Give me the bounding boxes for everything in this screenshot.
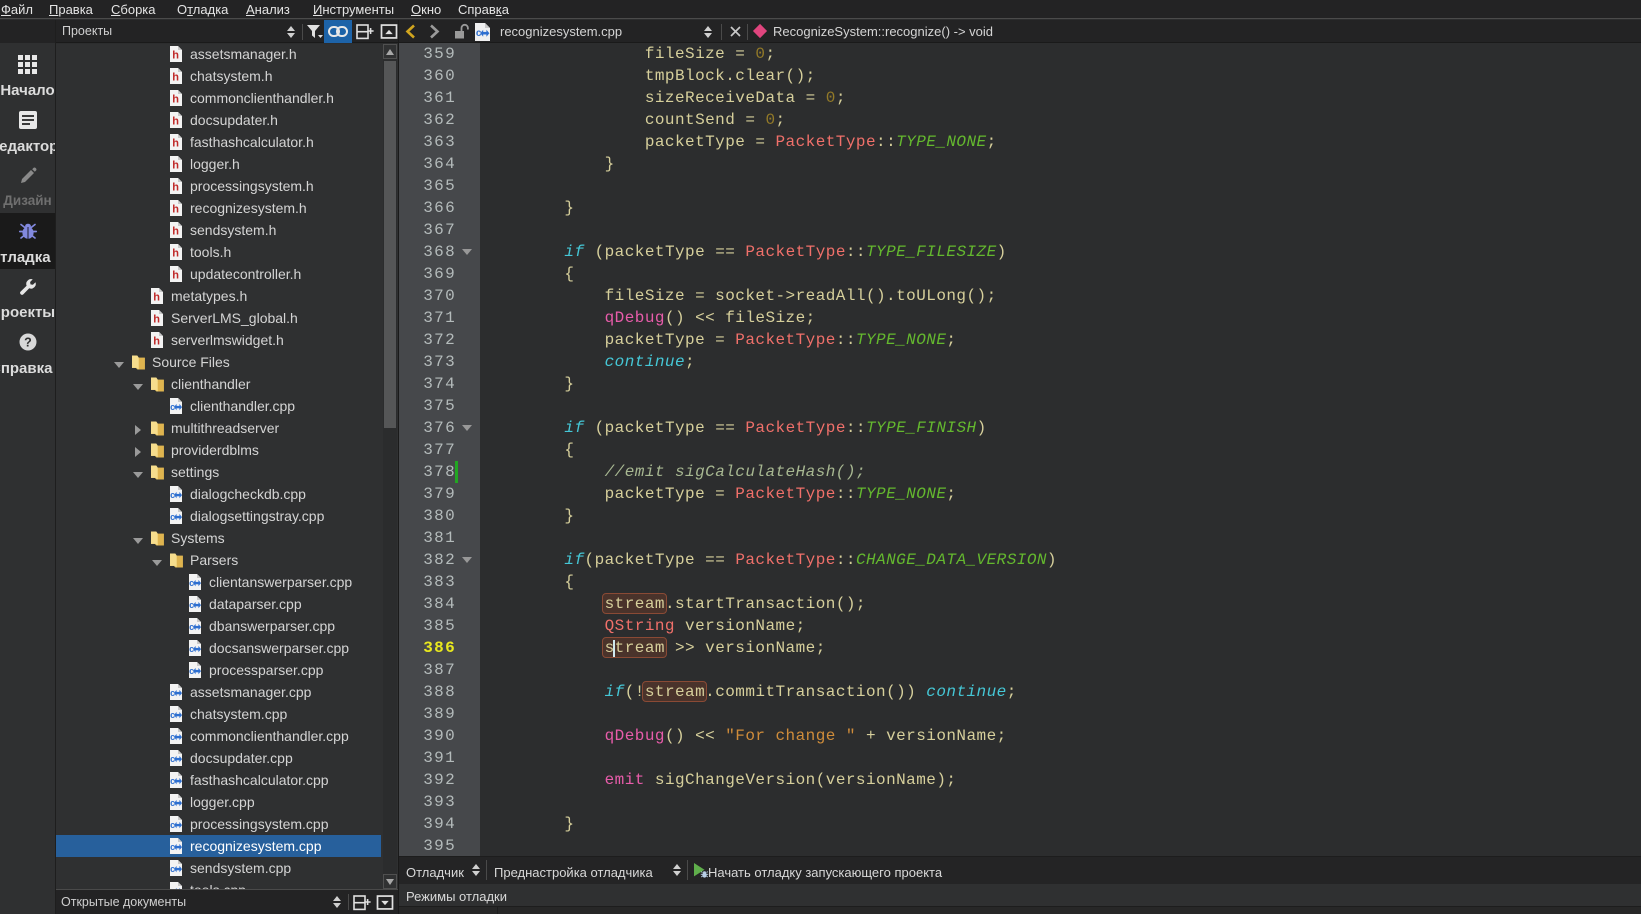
svg-text:h: h — [172, 182, 179, 194]
svg-text:h: h — [172, 226, 179, 238]
svg-text:h: h — [172, 50, 179, 62]
svg-text:h: h — [172, 72, 179, 84]
svg-text:h: h — [172, 116, 179, 128]
svg-text:h: h — [172, 270, 179, 282]
svg-text:h: h — [153, 314, 160, 326]
svg-text:h: h — [172, 160, 179, 172]
svg-text:?: ? — [24, 336, 32, 350]
svg-text:h: h — [172, 138, 179, 150]
svg-text:h: h — [153, 292, 160, 304]
svg-text:h: h — [172, 94, 179, 106]
svg-text:h: h — [172, 248, 179, 260]
svg-text:h: h — [153, 336, 160, 348]
svg-text:h: h — [172, 204, 179, 216]
